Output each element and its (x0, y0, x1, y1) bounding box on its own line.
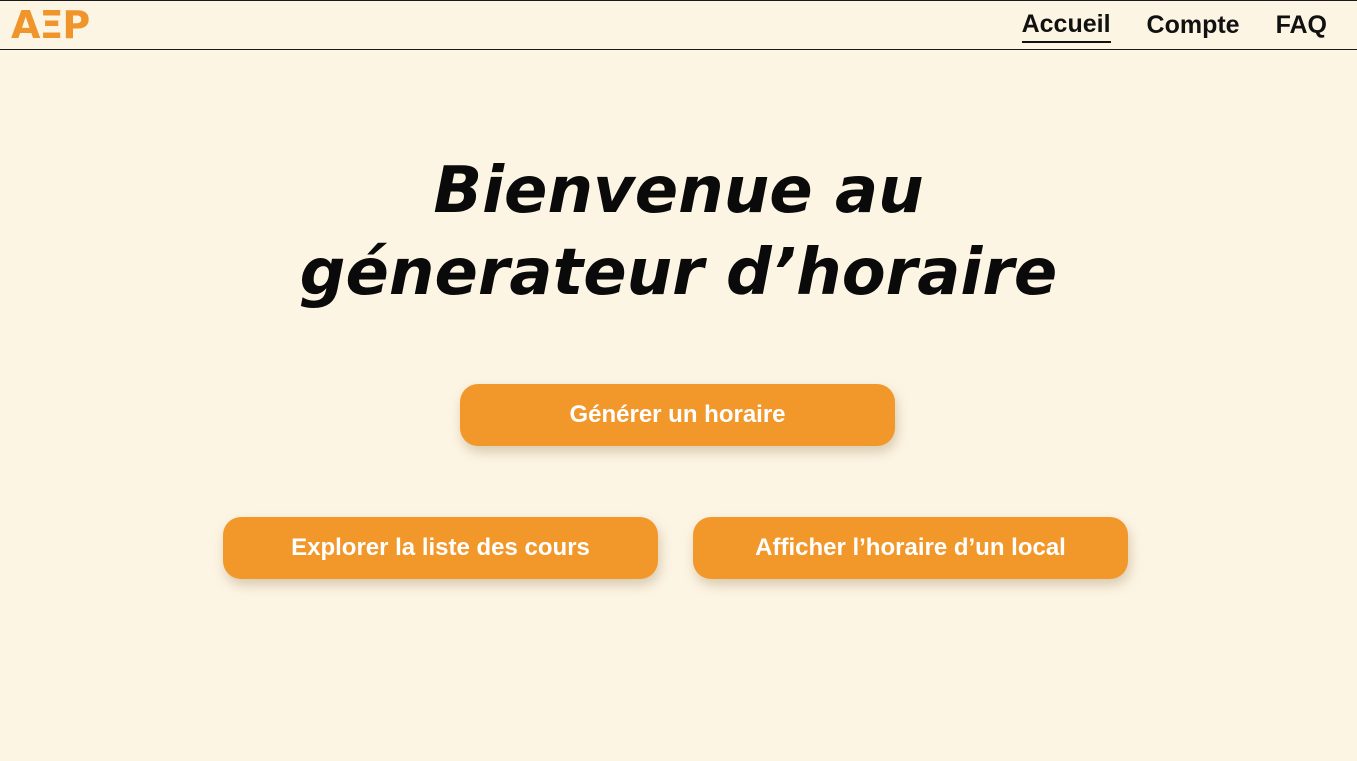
generate-schedule-button[interactable]: Générer un horaire (460, 384, 895, 446)
nav-compte[interactable]: Compte (1147, 11, 1240, 42)
nav-accueil[interactable]: Accueil (1021, 10, 1111, 43)
page-title-line-2: génerateur d’horaire (299, 236, 1058, 310)
room-schedule-button[interactable]: Afficher l’horaire d’un local (693, 517, 1128, 579)
main-nav: Accueil Compte FAQ (1021, 1, 1327, 51)
page-title: Bienvenue au génerateur d’horaire (0, 150, 1357, 314)
logo[interactable]: AΞP (11, 5, 90, 45)
nav-faq[interactable]: FAQ (1276, 11, 1327, 42)
top-navbar: AΞP Accueil Compte FAQ (0, 0, 1357, 50)
page-title-line-1: Bienvenue au (433, 154, 924, 228)
explore-courses-button[interactable]: Explorer la liste des cours (223, 517, 658, 579)
